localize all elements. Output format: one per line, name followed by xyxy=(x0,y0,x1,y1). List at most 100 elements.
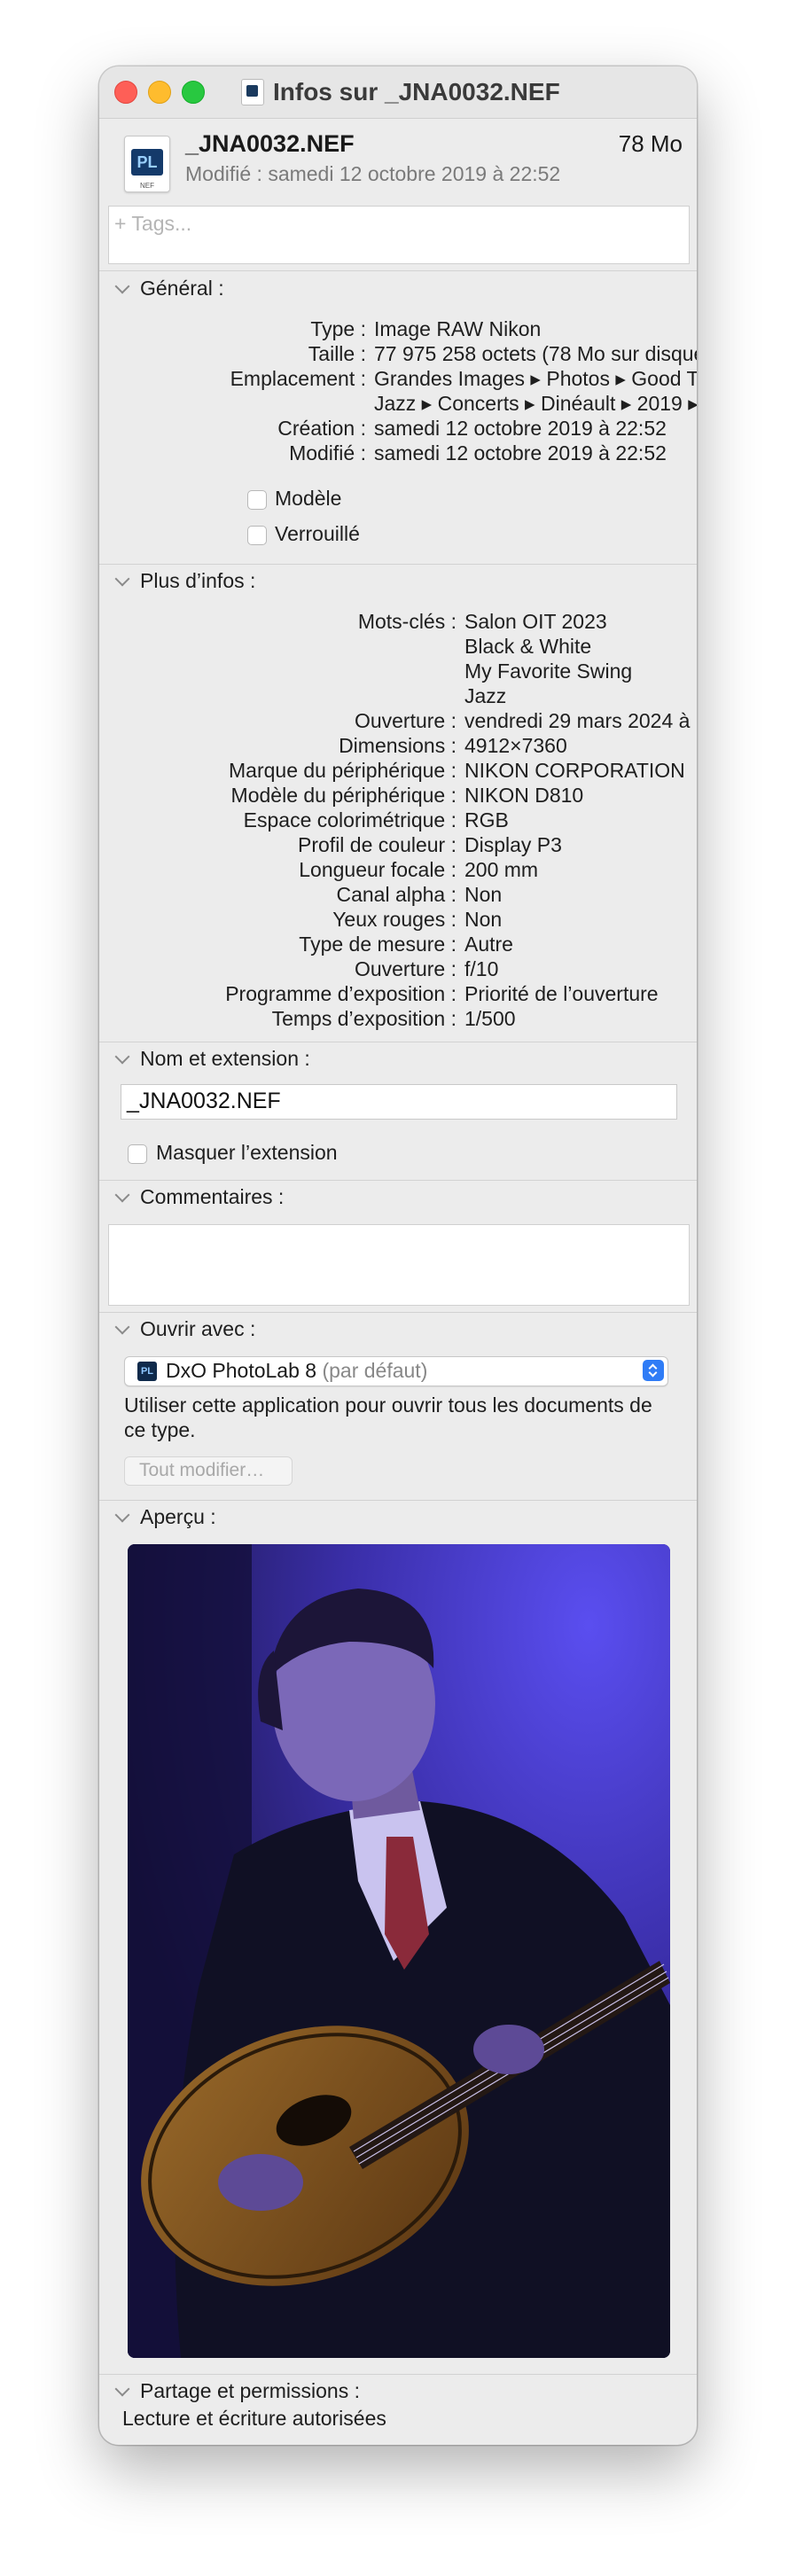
chevron-down-icon xyxy=(114,1049,130,1064)
chevron-down-icon xyxy=(114,2381,130,2396)
section-open-with-title: Ouvrir avec : xyxy=(140,1317,256,1340)
section-more-info-toggle[interactable]: Plus d’infos : xyxy=(112,569,255,593)
change-all-button-label: Tout modifier… xyxy=(139,1460,265,1480)
section-sharing-title: Partage et permissions : xyxy=(140,2379,361,2402)
info-value: Non xyxy=(464,908,503,931)
keyword-item: Salon OIT 2023 xyxy=(464,610,607,633)
tags-field[interactable]: + Tags... xyxy=(108,206,690,264)
keyword-item: My Favorite Swing xyxy=(464,660,633,683)
info-value: f/10 xyxy=(464,957,499,980)
template-checkbox[interactable] xyxy=(247,490,267,510)
info-label: Type : xyxy=(310,317,366,340)
app-name-text: DxO PhotoLab 8 xyxy=(166,1359,317,1382)
template-label: Modèle xyxy=(275,487,342,510)
section-comments-toggle[interactable]: Commentaires : xyxy=(112,1185,284,1209)
info-label: Longueur focale : xyxy=(299,858,457,881)
info-label: Profil de couleur : xyxy=(298,833,457,856)
document-proxy-icon[interactable] xyxy=(241,79,264,105)
info-label: Temps d’exposition : xyxy=(271,1007,457,1030)
hide-extension-checkbox[interactable] xyxy=(128,1144,147,1164)
info-value: NIKON CORPORATION xyxy=(464,759,685,782)
divider xyxy=(99,1500,697,1501)
app-default-text: (par défaut) xyxy=(322,1359,428,1382)
title-bar[interactable]: Infos sur _JNA0032.NEF xyxy=(99,66,697,119)
photolab-badge-icon: PL xyxy=(131,149,163,176)
info-value: samedi 12 octobre 2019 à 22:52 xyxy=(374,441,667,464)
minimize-window-button[interactable] xyxy=(148,81,171,104)
section-preview-title: Aperçu : xyxy=(140,1505,216,1528)
locked-label: Verrouillé xyxy=(275,522,360,545)
file-size: 78 Mo xyxy=(618,130,683,157)
info-value: Priorité de l’ouverture xyxy=(464,982,659,1005)
chevron-down-icon xyxy=(114,1507,130,1522)
info-label: Espace colorimétrique : xyxy=(243,808,457,831)
divider xyxy=(99,2374,697,2375)
chevron-down-icon xyxy=(114,278,130,293)
section-comments-title: Commentaires : xyxy=(140,1185,285,1208)
section-general-title: Général : xyxy=(140,277,224,300)
comments-textarea[interactable] xyxy=(108,1224,690,1306)
info-value: 77 975 258 octets (78 Mo sur disque) xyxy=(374,342,697,365)
chevron-down-icon xyxy=(114,571,130,586)
modified-date: Modifié : samedi 12 octobre 2019 à 22:52 xyxy=(185,162,561,185)
info-label: Marque du périphérique : xyxy=(229,759,457,782)
info-label: Programme d’exposition : xyxy=(225,982,457,1005)
info-label: Type de mesure : xyxy=(299,933,457,956)
section-general-toggle[interactable]: Général : xyxy=(112,277,224,301)
file-name-input[interactable]: _JNA0032.NEF xyxy=(121,1084,677,1120)
info-value: 4912×7360 xyxy=(464,734,567,757)
info-label: Yeux rouges : xyxy=(332,908,457,931)
window-title: Infos sur _JNA0032.NEF xyxy=(273,78,560,105)
section-name-extension-toggle[interactable]: Nom et extension : xyxy=(112,1047,310,1071)
change-all-button[interactable]: Tout modifier… xyxy=(124,1456,293,1486)
info-label: Ouverture : xyxy=(354,957,457,980)
chevron-down-icon xyxy=(114,1319,130,1334)
open-with-description: Utiliser cette application pour ouvrir t… xyxy=(124,1393,652,1441)
locked-checkbox[interactable] xyxy=(247,526,267,545)
divider xyxy=(99,1180,697,1181)
section-more-info-title: Plus d’infos : xyxy=(140,569,256,592)
section-open-with-toggle[interactable]: Ouvrir avec : xyxy=(112,1317,255,1341)
info-label: Création : xyxy=(277,417,366,440)
divider xyxy=(99,270,697,271)
info-value: RGB xyxy=(464,808,509,831)
info-value: NIKON D810 xyxy=(464,784,584,807)
info-value: 1/500 xyxy=(464,1007,516,1030)
permissions-status: Lecture et écriture autorisées xyxy=(122,2407,386,2430)
info-label: Taille : xyxy=(308,342,366,365)
info-value: 200 mm xyxy=(464,858,539,881)
divider xyxy=(99,564,697,565)
info-label: Modèle du périphérique : xyxy=(230,784,457,807)
info-label: Dimensions : xyxy=(339,734,457,757)
file-name-input-value: _JNA0032.NEF xyxy=(127,1089,281,1113)
section-preview-toggle[interactable]: Aperçu : xyxy=(112,1505,216,1529)
info-window: Infos sur _JNA0032.NEF PL NEF _JNA0032.N… xyxy=(99,66,697,2445)
section-name-extension-title: Nom et extension : xyxy=(140,1047,310,1070)
keyword-item: Jazz xyxy=(464,684,507,707)
info-label: Modifié : xyxy=(289,441,366,464)
info-label: Emplacement : xyxy=(230,367,366,390)
file-extension-label: NEF xyxy=(140,182,154,190)
info-value: samedi 12 octobre 2019 à 22:52 xyxy=(374,417,667,440)
open-with-app-select[interactable]: PL DxO PhotoLab 8 (par défaut) xyxy=(124,1356,668,1386)
preview-image xyxy=(128,1544,670,2358)
info-value: vendredi 29 mars 2024 à 10:01 xyxy=(464,709,697,732)
zoom-window-button[interactable] xyxy=(182,81,205,104)
divider xyxy=(99,1312,697,1313)
keyword-item: Black & White xyxy=(464,635,592,658)
info-label: Canal alpha : xyxy=(336,883,457,906)
file-icon: PL NEF xyxy=(124,136,170,192)
guitarist-photo xyxy=(128,1544,670,2358)
close-window-button[interactable] xyxy=(114,81,137,104)
info-value: Non xyxy=(464,883,503,906)
info-value: Image RAW Nikon xyxy=(374,317,542,340)
dxo-photolab-icon: PL xyxy=(137,1362,157,1381)
popup-stepper-icon xyxy=(643,1360,664,1381)
info-label: Ouverture : xyxy=(354,709,457,732)
hide-extension-label: Masquer l’extension xyxy=(156,1141,338,1164)
chevron-down-icon xyxy=(114,1187,130,1202)
file-name: _JNA0032.NEF xyxy=(185,130,355,157)
info-value: Autre xyxy=(464,933,513,956)
info-value: Grandes Images ▸ Photos ▸ Good Time xyxy=(374,367,697,390)
section-sharing-toggle[interactable]: Partage et permissions : xyxy=(112,2379,360,2403)
